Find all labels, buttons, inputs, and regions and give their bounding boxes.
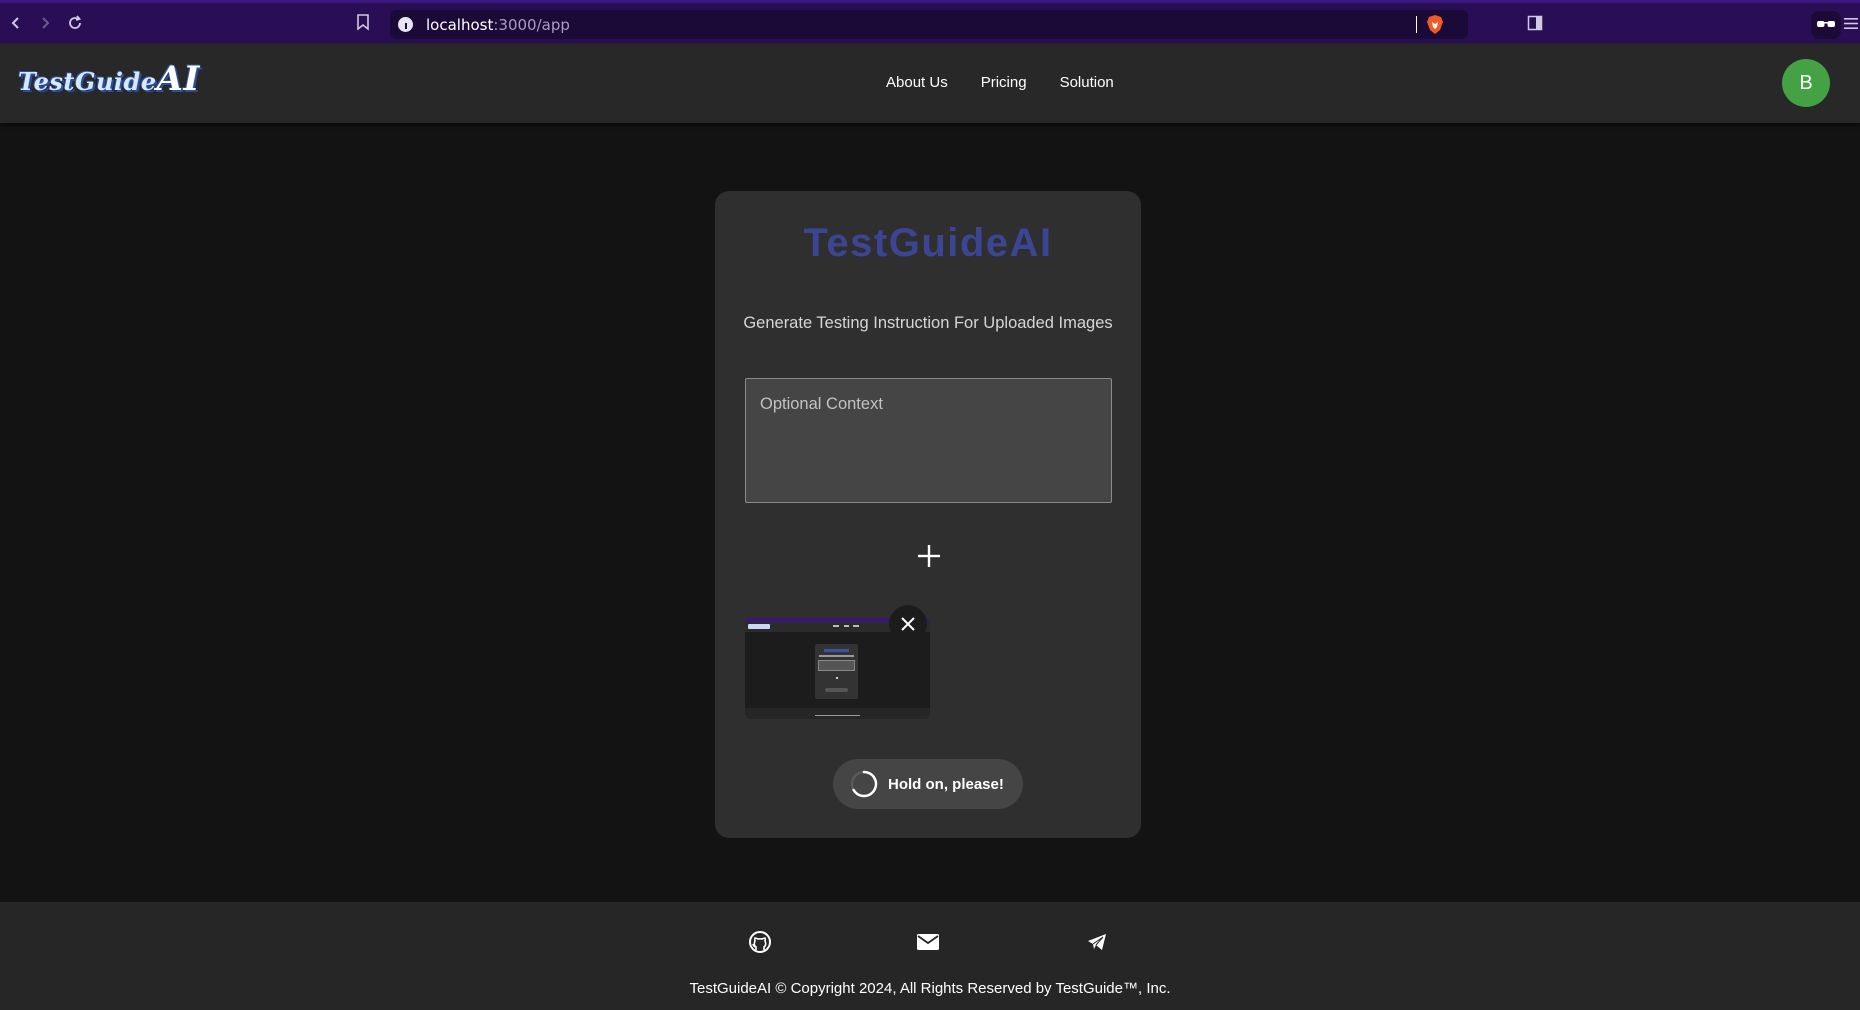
address-bar[interactable]: localhost:3000/app [390, 10, 1468, 39]
github-icon[interactable] [747, 929, 773, 955]
optional-context-input[interactable] [745, 378, 1112, 503]
menu-icon[interactable] [1844, 17, 1858, 35]
card-subtitle: Generate Testing Instruction For Uploade… [743, 314, 1113, 332]
loading-label: Hold on, please! [888, 775, 1004, 793]
user-avatar[interactable]: B [1782, 59, 1830, 107]
url-text: localhost:3000/app [426, 16, 570, 34]
app-header: TestGuideAI About Us Pricing Solution B [0, 43, 1860, 123]
mail-icon[interactable] [915, 929, 941, 955]
remove-image-button[interactable] [889, 605, 927, 643]
page-footer: TestGuideAI © Copyright 2024, All Rights… [0, 902, 1860, 1010]
sidebar-toggle-icon[interactable] [1527, 15, 1543, 36]
back-icon[interactable] [5, 12, 27, 34]
site-info-icon[interactable] [398, 17, 413, 32]
forward-icon[interactable] [34, 12, 56, 34]
nav-solution[interactable]: Solution [1060, 74, 1114, 91]
divider [1416, 16, 1417, 33]
main-nav: About Us Pricing Solution [886, 74, 1114, 91]
card-title: TestGuideAI [803, 221, 1053, 265]
copyright-text: TestGuideAI © Copyright 2024, All Rights… [689, 980, 1171, 997]
plus-icon [918, 545, 940, 567]
add-image-button[interactable] [912, 539, 946, 573]
private-window-icon[interactable] [1811, 11, 1841, 39]
upload-card: TestGuideAI Generate Testing Instruction… [715, 191, 1141, 838]
reload-icon[interactable] [64, 12, 86, 34]
generate-button-loading[interactable]: Hold on, please! [833, 759, 1023, 809]
telegram-icon[interactable] [1084, 929, 1110, 955]
close-icon [901, 617, 915, 631]
nav-about-us[interactable]: About Us [886, 74, 948, 91]
spinner-icon [850, 770, 878, 798]
brave-shield-icon[interactable] [1426, 15, 1444, 34]
nav-pricing[interactable]: Pricing [981, 74, 1027, 91]
bookmark-icon[interactable] [356, 14, 370, 36]
logo[interactable]: TestGuideAI [18, 59, 200, 99]
browser-toolbar: localhost:3000/app [0, 0, 1860, 43]
